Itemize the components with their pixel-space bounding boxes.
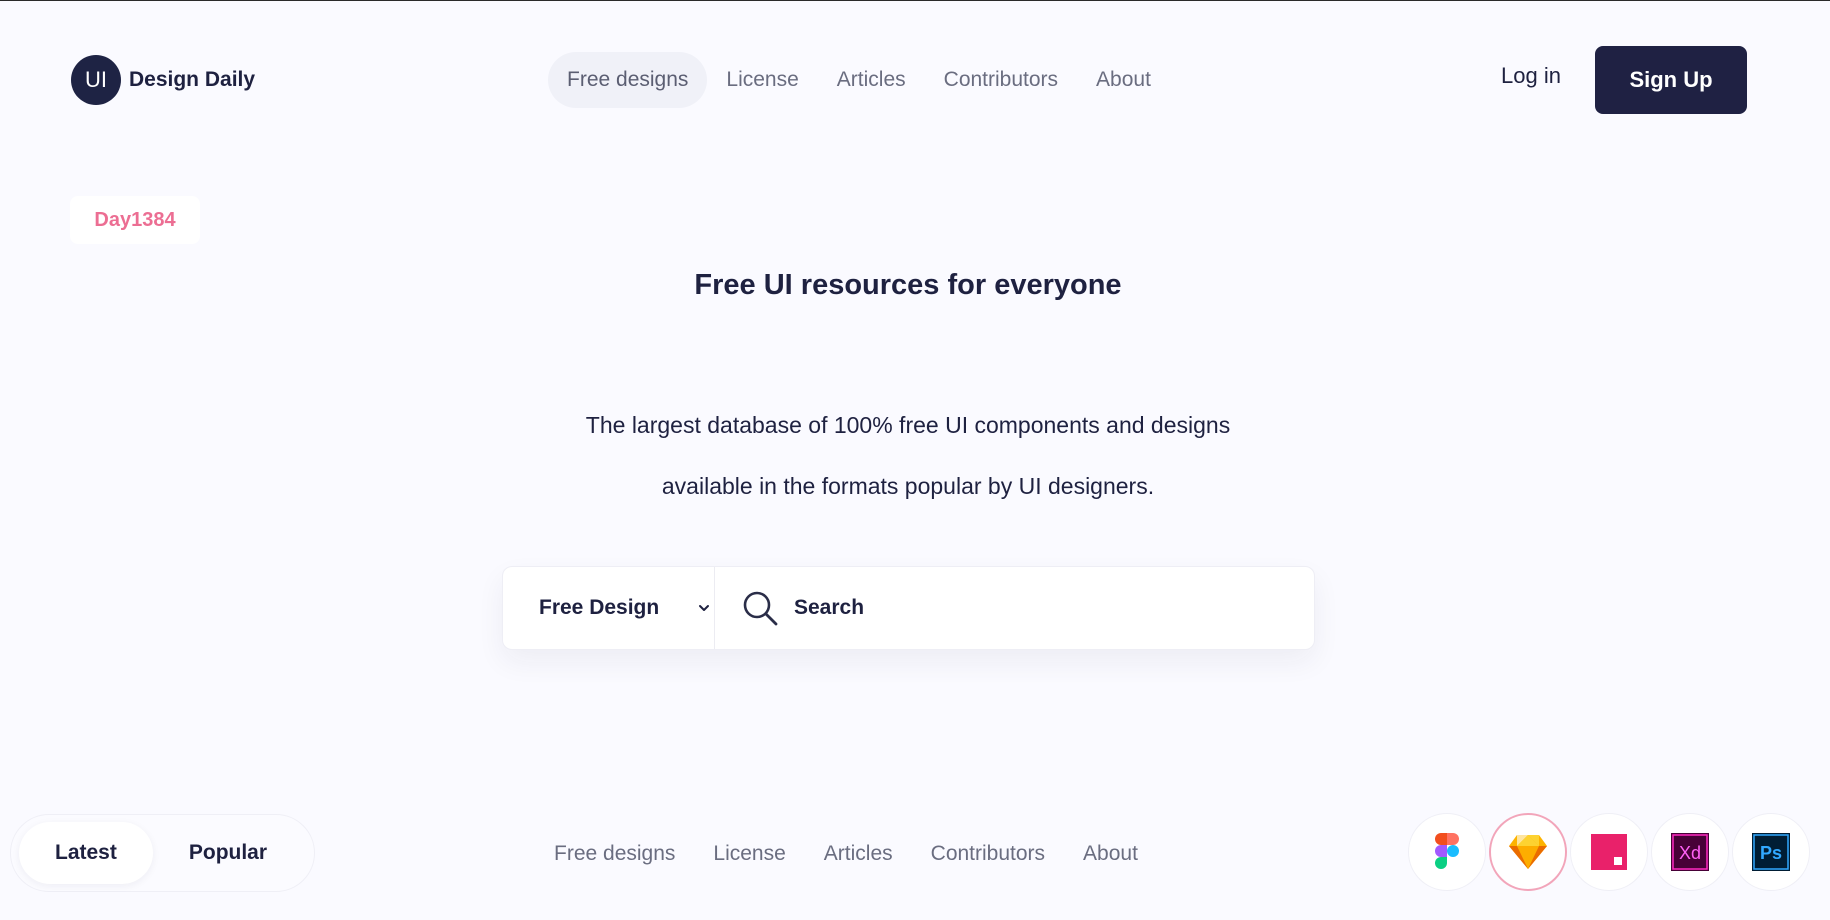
search-icon xyxy=(743,591,778,626)
category-select-value: Free Design xyxy=(539,596,660,619)
hero-subtitle: The largest database of 100% free UI com… xyxy=(0,395,1816,517)
hero-subtitle-line-2: available in the formats popular by UI d… xyxy=(661,473,1155,499)
search-bar: Free Design xyxy=(502,566,1315,650)
search-input[interactable] xyxy=(794,596,1294,620)
logo-text: Design Daily xyxy=(129,68,256,91)
secondary-nav-license[interactable]: License xyxy=(694,834,804,874)
adobe-xd-label: Xd xyxy=(1679,843,1701,863)
nav-item-license[interactable]: License xyxy=(707,52,817,108)
secondary-nav: Free designs License Articles Contributo… xyxy=(535,834,1157,874)
site-header: UI Design Daily Free designs License Art… xyxy=(0,1,1830,159)
secondary-nav-articles[interactable]: Articles xyxy=(805,834,912,874)
day-badge: Day1384 xyxy=(70,196,200,244)
hero-subtitle-line-1: The largest database of 100% free UI com… xyxy=(585,412,1231,438)
sort-popular-button[interactable]: Popular xyxy=(153,822,303,884)
chevron-down-icon xyxy=(699,605,709,611)
photoshop-label: Ps xyxy=(1760,843,1782,863)
tool-filter: Xd Ps xyxy=(1408,813,1813,891)
sort-latest-button[interactable]: Latest xyxy=(19,822,153,884)
login-link[interactable]: Log in xyxy=(1501,63,1561,89)
tool-figma-button[interactable] xyxy=(1408,813,1486,891)
category-select[interactable]: Free Design xyxy=(503,567,715,649)
tool-sketch-button[interactable] xyxy=(1489,813,1567,891)
hero-title: Free UI resources for everyone xyxy=(694,269,1122,301)
search-field xyxy=(715,567,1314,649)
adobe-xd-icon: Xd xyxy=(1671,833,1709,871)
logo[interactable]: UI Design Daily xyxy=(71,55,255,105)
secondary-nav-free-designs[interactable]: Free designs xyxy=(535,834,694,874)
nav-item-articles[interactable]: Articles xyxy=(818,52,925,108)
nav-item-about[interactable]: About xyxy=(1077,52,1170,108)
secondary-nav-about[interactable]: About xyxy=(1064,834,1157,874)
signup-button[interactable]: Sign Up xyxy=(1595,46,1747,114)
sketch-icon xyxy=(1509,835,1547,869)
photoshop-icon: Ps xyxy=(1752,833,1790,871)
logo-mark: UI xyxy=(71,55,121,105)
tool-adobe-xd-button[interactable]: Xd xyxy=(1651,813,1729,891)
tool-photoshop-button[interactable]: Ps xyxy=(1732,813,1810,891)
tool-invision-studio-button[interactable] xyxy=(1570,813,1648,891)
secondary-nav-contributors[interactable]: Contributors xyxy=(912,834,1064,874)
nav-item-contributors[interactable]: Contributors xyxy=(925,52,1077,108)
main-nav: Free designs License Articles Contributo… xyxy=(548,52,1170,108)
sort-toggle: Latest Popular xyxy=(10,814,315,892)
invision-studio-icon xyxy=(1591,834,1627,870)
figma-icon xyxy=(1435,833,1459,869)
nav-item-free-designs[interactable]: Free designs xyxy=(548,52,708,108)
